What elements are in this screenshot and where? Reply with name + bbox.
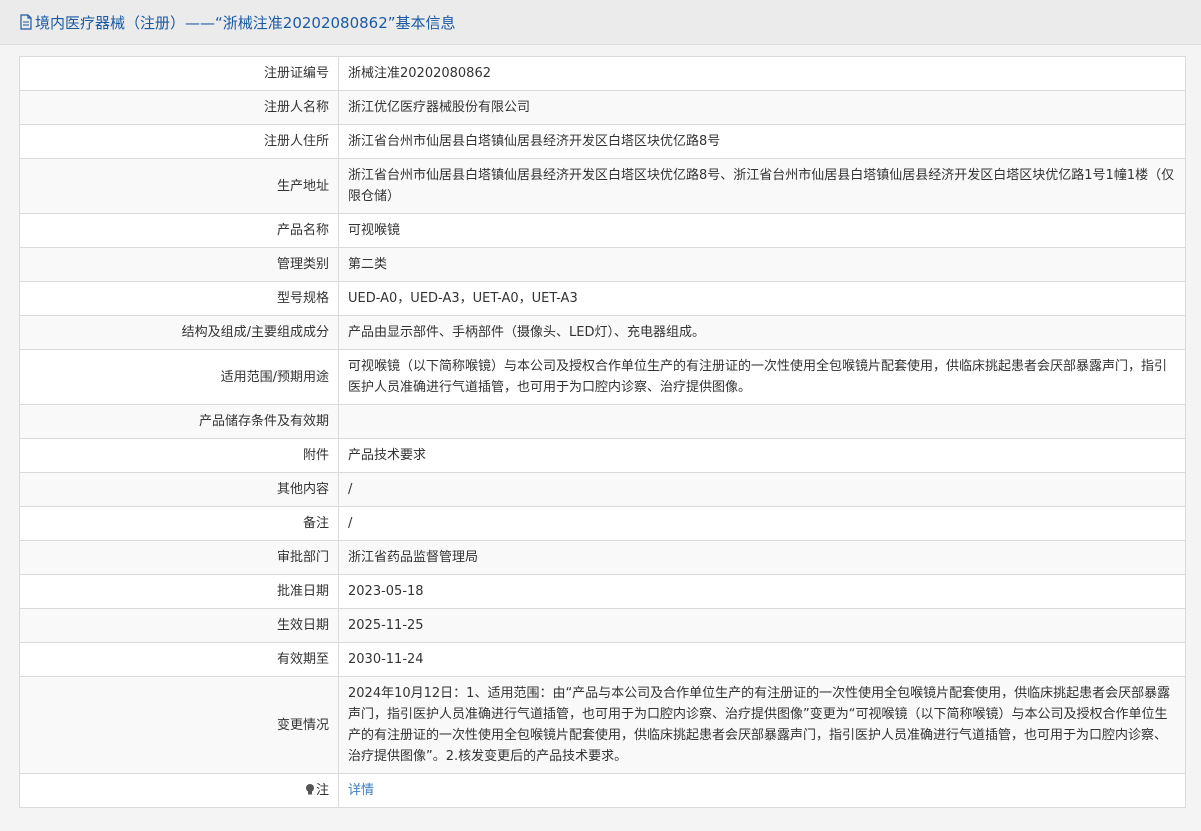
page-title-bar: 境内医疗器械（注册）——“浙械注准20202080862”基本信息 bbox=[0, 0, 1201, 45]
table-row: 注册人住所 浙江省台州市仙居县白塔镇仙居县经济开发区白塔区块优亿路8号 bbox=[19, 124, 1186, 159]
device-info-table: 注册证编号 浙械注准20202080862 注册人名称 浙江优亿医疗器械股份有限… bbox=[19, 56, 1186, 808]
table-row: 备注 / bbox=[19, 506, 1186, 541]
row-label: 适用范围/预期用途 bbox=[19, 349, 339, 405]
row-value: 产品技术要求 bbox=[338, 438, 1186, 473]
row-value: 浙械注准20202080862 bbox=[338, 56, 1186, 91]
table-row: 产品储存条件及有效期 bbox=[19, 404, 1186, 439]
note-label-cell: 注 bbox=[19, 773, 339, 808]
row-label: 结构及组成/主要组成成分 bbox=[19, 315, 339, 350]
table-row: 注册证编号 浙械注准20202080862 bbox=[19, 56, 1186, 91]
row-label: 产品名称 bbox=[19, 213, 339, 248]
row-label: 注册证编号 bbox=[19, 56, 339, 91]
row-value: 浙江省台州市仙居县白塔镇仙居县经济开发区白塔区块优亿路8号、浙江省台州市仙居县白… bbox=[338, 158, 1186, 214]
row-label: 注册人住所 bbox=[19, 124, 339, 159]
row-value: 2030-11-24 bbox=[338, 642, 1186, 677]
table-row: 变更情况 2024年10月12日：1、适用范围：由“产品与本公司及合作单位生产的… bbox=[19, 676, 1186, 774]
row-label: 产品储存条件及有效期 bbox=[19, 404, 339, 439]
row-value: 2024年10月12日：1、适用范围：由“产品与本公司及合作单位生产的有注册证的… bbox=[338, 676, 1186, 774]
row-label: 注册人名称 bbox=[19, 90, 339, 125]
row-value: 2023-05-18 bbox=[338, 574, 1186, 609]
note-value-cell: 详情 bbox=[338, 773, 1186, 808]
row-value: 浙江优亿医疗器械股份有限公司 bbox=[338, 90, 1186, 125]
row-label: 生效日期 bbox=[19, 608, 339, 643]
row-value bbox=[338, 404, 1186, 439]
row-label: 附件 bbox=[19, 438, 339, 473]
row-label: 批准日期 bbox=[19, 574, 339, 609]
row-label: 型号规格 bbox=[19, 281, 339, 316]
row-label: 备注 bbox=[19, 506, 339, 541]
row-value: 2025-11-25 bbox=[338, 608, 1186, 643]
table-row: 生效日期 2025-11-25 bbox=[19, 608, 1186, 643]
table-row: 产品名称 可视喉镜 bbox=[19, 213, 1186, 248]
table-row: 附件 产品技术要求 bbox=[19, 438, 1186, 473]
page-title: 境内医疗器械（注册）——“浙械注准20202080862”基本信息 bbox=[35, 13, 456, 32]
table-row: 结构及组成/主要组成成分 产品由显示部件、手柄部件（摄像头、LED灯）、充电器组… bbox=[19, 315, 1186, 350]
table-row: 批准日期 2023-05-18 bbox=[19, 574, 1186, 609]
table-row: 其他内容 / bbox=[19, 472, 1186, 507]
row-label: 变更情况 bbox=[19, 676, 339, 774]
row-value: 可视喉镜（以下简称喉镜）与本公司及授权合作单位生产的有注册证的一次性使用全包喉镜… bbox=[338, 349, 1186, 405]
document-icon bbox=[20, 14, 32, 30]
table-row: 生产地址 浙江省台州市仙居县白塔镇仙居县经济开发区白塔区块优亿路8号、浙江省台州… bbox=[19, 158, 1186, 214]
row-label: 生产地址 bbox=[19, 158, 339, 214]
lightbulb-icon bbox=[305, 784, 314, 795]
info-panel: 注册证编号 浙械注准20202080862 注册人名称 浙江优亿医疗器械股份有限… bbox=[0, 45, 1201, 831]
details-link[interactable]: 详情 bbox=[348, 783, 374, 798]
row-label: 有效期至 bbox=[19, 642, 339, 677]
row-value: 可视喉镜 bbox=[338, 213, 1186, 248]
row-value: 浙江省台州市仙居县白塔镇仙居县经济开发区白塔区块优亿路8号 bbox=[338, 124, 1186, 159]
table-row: 有效期至 2030-11-24 bbox=[19, 642, 1186, 677]
table-row: 适用范围/预期用途 可视喉镜（以下简称喉镜）与本公司及授权合作单位生产的有注册证… bbox=[19, 349, 1186, 405]
table-row: 管理类别 第二类 bbox=[19, 247, 1186, 282]
note-label: 注 bbox=[315, 783, 329, 798]
table-row: 注册人名称 浙江优亿医疗器械股份有限公司 bbox=[19, 90, 1186, 125]
note-row: 注 详情 bbox=[19, 773, 1186, 808]
row-value: / bbox=[338, 472, 1186, 507]
table-row: 型号规格 UED-A0，UED-A3，UET-A0，UET-A3 bbox=[19, 281, 1186, 316]
row-label: 管理类别 bbox=[19, 247, 339, 282]
table-row: 审批部门 浙江省药品监督管理局 bbox=[19, 540, 1186, 575]
row-value: 产品由显示部件、手柄部件（摄像头、LED灯）、充电器组成。 bbox=[338, 315, 1186, 350]
row-label: 审批部门 bbox=[19, 540, 339, 575]
row-value: 第二类 bbox=[338, 247, 1186, 282]
row-value: UED-A0，UED-A3，UET-A0，UET-A3 bbox=[338, 281, 1186, 316]
row-value: / bbox=[338, 506, 1186, 541]
row-value: 浙江省药品监督管理局 bbox=[338, 540, 1186, 575]
row-label: 其他内容 bbox=[19, 472, 339, 507]
